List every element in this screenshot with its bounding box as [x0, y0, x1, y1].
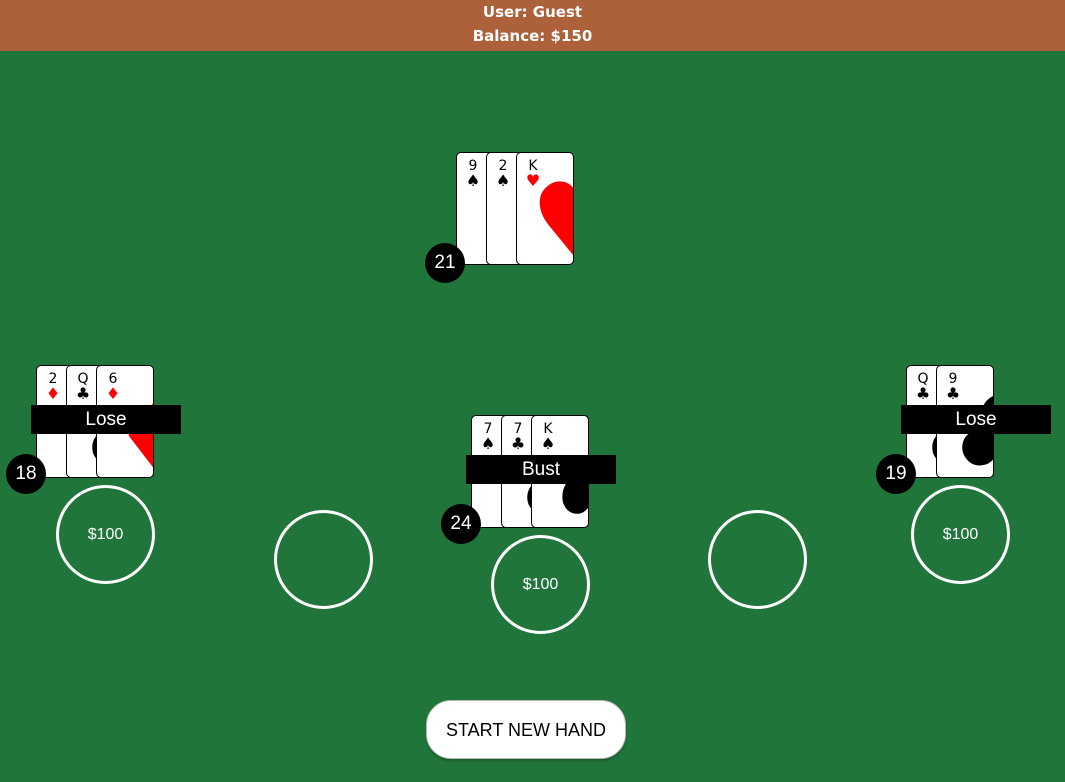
result-banner-center: Bust: [466, 455, 616, 484]
dealer-hand: 9 ♠ ♠ 2 ♠ ♠ K ♥ ♥: [456, 152, 596, 267]
score-badge-center: 24: [441, 504, 481, 544]
bet-spot-center[interactable]: $100: [491, 535, 590, 634]
user-label: User: Guest: [482, 3, 583, 21]
start-new-hand-button[interactable]: START NEW HAND: [426, 700, 626, 759]
dealer-score-badge: 21: [425, 243, 465, 283]
bet-spot-empty[interactable]: [708, 510, 807, 609]
result-banner-right: Lose: [901, 405, 1051, 434]
top-bar: User: Guest Balance: $150: [0, 0, 1065, 51]
playing-card: K ♥ ♥: [516, 152, 574, 265]
suit-icon: ♥: [525, 155, 573, 264]
bet-spot-empty[interactable]: [274, 510, 373, 609]
result-banner-left: Lose: [31, 405, 181, 434]
bet-spot-right[interactable]: $100: [911, 485, 1010, 584]
bet-spot-left[interactable]: $100: [56, 485, 155, 584]
score-badge-left: 18: [6, 454, 46, 494]
score-badge-right: 19: [876, 454, 916, 494]
balance-label: Balance: $150: [472, 27, 593, 45]
